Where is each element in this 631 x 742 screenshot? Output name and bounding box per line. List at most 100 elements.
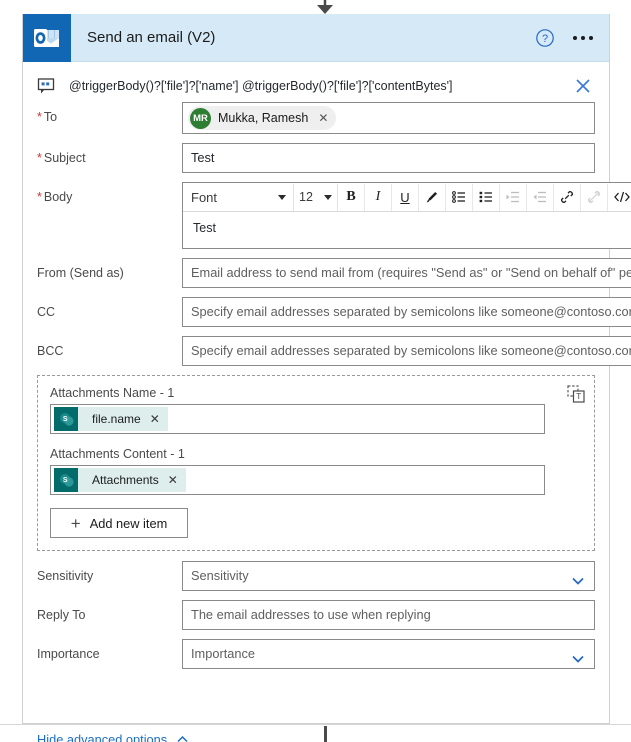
underline-icon[interactable]: U [392, 183, 419, 211]
bulleted-list-icon[interactable] [446, 183, 473, 211]
sharepoint-icon: S [54, 407, 78, 431]
font-family-value: Font [191, 189, 218, 205]
svg-text:T: T [576, 391, 581, 401]
flow-connector-line [324, 726, 327, 742]
field-row-cc: CC Specify email addresses separated by … [37, 297, 631, 327]
bcc-input[interactable]: Specify email addresses separated by sem… [182, 336, 631, 366]
token-label: file.name [92, 412, 141, 426]
outdent-icon[interactable] [527, 183, 554, 211]
token-label: Attachments [92, 473, 159, 487]
importance-dropdown[interactable]: Importance [182, 639, 595, 669]
token-chip-file-name[interactable]: S file.name ✕ [54, 407, 168, 431]
ellipsis-dot [589, 35, 593, 40]
underline-glyph: U [400, 189, 410, 205]
expression-text: @triggerBody()?['file']?['name'] @trigge… [69, 79, 453, 93]
sensitivity-value: Sensitivity [191, 568, 249, 583]
svg-text:S: S [62, 416, 67, 423]
field-control-cc: Specify email addresses separated by sem… [182, 297, 631, 327]
reply-to-input[interactable]: The email addresses to use when replying [182, 600, 595, 630]
field-label-importance: Importance [37, 647, 100, 661]
field-row-subject: * Subject Test [37, 143, 595, 173]
link-icon[interactable] [554, 183, 581, 211]
bold-glyph: B [346, 189, 356, 204]
numbered-list-icon[interactable] [473, 183, 500, 211]
field-control-importance: Importance [182, 639, 595, 669]
sensitivity-dropdown[interactable]: Sensitivity [182, 561, 595, 591]
rich-text-editor: Font 12 B I U Test [182, 182, 631, 249]
attachments-group: T Attachments Name - 1 S file.name ✕ Att… [37, 375, 595, 551]
field-row-sensitivity: Sensitivity Sensitivity [37, 561, 595, 591]
field-label-cc: CC [37, 305, 56, 319]
field-row-to: * To MR Mukka, Ramesh ✕ [37, 102, 595, 134]
indent-icon[interactable] [500, 183, 527, 211]
body-input[interactable]: Test [183, 212, 631, 248]
from-input[interactable]: Email address to send mail from (require… [182, 258, 631, 288]
flow-connector-top [0, 0, 631, 14]
action-card-header[interactable]: Send an email (V2) ? [23, 13, 609, 62]
field-label-body: * Body [37, 190, 73, 204]
help-circle-icon[interactable]: ? [535, 28, 555, 48]
attachments-name-input[interactable]: S file.name ✕ [50, 404, 545, 434]
ellipsis-icon[interactable] [573, 35, 593, 40]
field-label-subject: * Subject [37, 151, 86, 165]
field-control-sensitivity: Sensitivity [182, 561, 595, 591]
sharepoint-icon: S [54, 468, 78, 492]
field-row-reply-to: Reply To The email addresses to use when… [37, 600, 595, 630]
bold-icon[interactable]: B [338, 183, 365, 211]
send-email-action-card: Send an email (V2) ? @triggerBody()?['fi… [22, 13, 631, 742]
chevron-down-icon [278, 194, 286, 200]
field-label-sensitivity: Sensitivity [37, 569, 94, 583]
ellipsis-dot [573, 35, 577, 40]
field-label-from: From (Send as) [37, 266, 124, 280]
flow-action-canvas: Send an email (V2) ? @triggerBody()?['fi… [0, 0, 631, 742]
add-new-item-label: Add new item [89, 515, 168, 531]
delete-item-icon[interactable]: T [567, 385, 585, 403]
field-control-subject: Test [182, 143, 595, 173]
unlink-icon[interactable] [581, 183, 608, 211]
field-control-body: Font 12 B I U Test [182, 182, 631, 249]
attachments-name-label: Attachments Name - 1 [50, 386, 175, 400]
text-color-icon[interactable] [419, 183, 446, 211]
outlook-icon [23, 13, 71, 62]
font-size-dropdown[interactable]: 12 [294, 183, 338, 211]
italic-icon[interactable]: I [365, 183, 392, 211]
required-asterisk: * [37, 110, 42, 124]
field-label-bcc: BCC [37, 344, 64, 358]
field-control-to: MR Mukka, Ramesh ✕ [182, 102, 595, 134]
arrow-down-icon [317, 0, 333, 14]
recipient-name: Mukka, Ramesh [218, 111, 309, 125]
rich-text-toolbar: Font 12 B I U [183, 183, 631, 212]
field-label-reply-to: Reply To [37, 608, 86, 622]
close-icon[interactable]: ✕ [318, 111, 328, 125]
code-view-icon[interactable] [608, 184, 631, 211]
field-control-reply-to: The email addresses to use when replying [182, 600, 595, 630]
field-control-bcc: Specify email addresses separated by sem… [182, 336, 631, 366]
attachments-content-input[interactable]: S Attachments ✕ [50, 465, 545, 495]
required-asterisk: * [37, 190, 42, 204]
chevron-down-icon [571, 570, 585, 585]
close-icon[interactable] [573, 76, 593, 96]
field-row-importance: Importance Importance [37, 639, 595, 669]
close-icon[interactable]: ✕ [168, 473, 178, 487]
font-family-dropdown[interactable]: Font [184, 183, 294, 211]
recipient-chip[interactable]: MR Mukka, Ramesh ✕ [188, 106, 337, 130]
token-chip-attachments[interactable]: S Attachments ✕ [54, 468, 186, 492]
expression-bar: @triggerBody()?['file']?['name'] @trigge… [37, 62, 595, 102]
field-row-from: From (Send as) Email address to send mai… [37, 258, 631, 288]
attachments-content-label: Attachments Content - 1 [50, 447, 185, 461]
ellipsis-dot [581, 35, 585, 40]
svg-text:?: ? [542, 33, 548, 45]
close-icon[interactable]: ✕ [150, 412, 160, 426]
add-new-item-button[interactable]: + Add new item [50, 508, 188, 538]
page-title: Send an email (V2) [87, 29, 216, 46]
cc-input[interactable]: Specify email addresses separated by sem… [182, 297, 631, 327]
to-input[interactable]: MR Mukka, Ramesh ✕ [182, 102, 595, 134]
importance-value: Importance [191, 646, 256, 661]
chevron-down-icon [571, 648, 585, 663]
comment-icon [37, 77, 57, 95]
required-asterisk: * [37, 151, 42, 165]
subject-input[interactable]: Test [182, 143, 595, 173]
svg-text:S: S [62, 477, 67, 484]
field-row-bcc: BCC Specify email addresses separated by… [37, 336, 631, 366]
italic-glyph: I [375, 189, 381, 204]
